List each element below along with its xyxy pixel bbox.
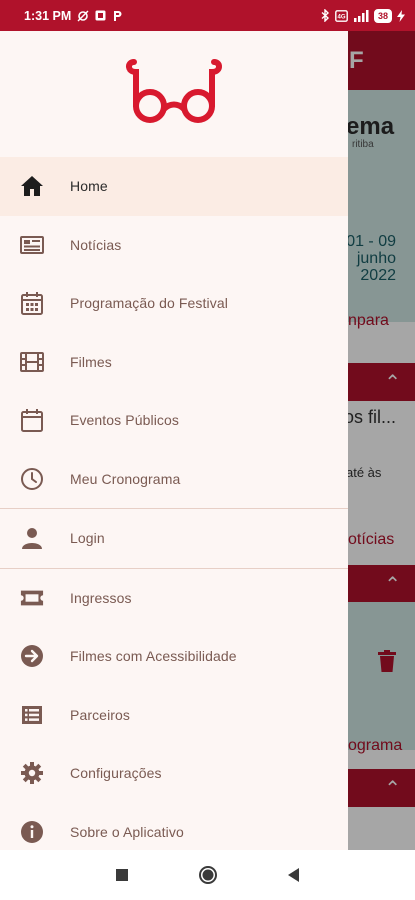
drawer-item-filmes[interactable]: Filmes (0, 333, 348, 392)
drawer-item-sobre[interactable]: Sobre o Aplicativo (0, 803, 348, 851)
drawer-item-parceiros[interactable]: Parceiros (0, 686, 348, 745)
drawer-item-acessibilidade[interactable]: Filmes com Acessibilidade (0, 627, 348, 686)
notification-box-icon (95, 10, 106, 21)
list-icon (20, 703, 44, 727)
navigation-drawer: bd Home Notícias Programação do Festival (0, 31, 348, 850)
app-logo: bd (126, 59, 222, 123)
drawer-item-noticias[interactable]: Notícias (0, 216, 348, 275)
drawer-item-label: Configurações (70, 765, 162, 782)
ticket-icon (20, 586, 44, 610)
recents-button[interactable] (110, 863, 134, 887)
drawer-item-cronograma[interactable]: Meu Cronograma (0, 450, 348, 509)
info-icon (20, 820, 44, 844)
home-button[interactable] (196, 863, 220, 887)
drawer-item-login[interactable]: Login (0, 509, 348, 568)
drawer-item-configuracoes[interactable]: Configurações (0, 744, 348, 803)
newspaper-icon (20, 233, 44, 257)
drawer-item-label: Filmes com Acessibilidade (70, 648, 237, 665)
drawer-header: bd (0, 31, 348, 157)
drawer-item-label: Home (70, 178, 108, 195)
settings-notification-icon (77, 10, 89, 22)
charging-icon (397, 9, 405, 22)
drawer-item-label: Notícias (70, 236, 122, 253)
drawer-scrim[interactable] (348, 31, 415, 850)
calendar-icon (20, 408, 44, 433)
film-icon (20, 350, 44, 374)
drawer-item-programacao[interactable]: Programação do Festival (0, 274, 348, 333)
drawer-item-label: Sobre o Aplicativo (70, 823, 184, 840)
drawer-item-home[interactable]: Home (0, 157, 348, 216)
drawer-item-ingressos[interactable]: Ingressos (0, 569, 348, 628)
status-bar: 1:31 PM 4G 38 (0, 0, 415, 31)
drawer-item-label: Parceiros (70, 706, 131, 723)
person-icon (20, 526, 44, 550)
signal-icon (353, 9, 369, 22)
calendar-grid-icon (20, 291, 44, 316)
back-button[interactable] (281, 863, 305, 887)
status-time: 1:31 PM (24, 8, 72, 23)
drawer-item-label: Programação do Festival (70, 295, 228, 312)
battery-level: 38 (373, 8, 392, 23)
home-icon (20, 174, 44, 198)
drawer-item-label: Ingressos (70, 589, 132, 606)
p-notification-icon (112, 10, 123, 22)
arrow-right-circle-icon (20, 644, 44, 668)
drawer-item-eventos[interactable]: Eventos Públicos (0, 391, 348, 450)
bluetooth-icon (321, 9, 330, 22)
drawer-item-label: Login (70, 530, 105, 547)
nfc-icon: 4G (335, 9, 348, 22)
drawer-item-label: Filmes (70, 353, 112, 370)
system-navigation-bar (0, 850, 415, 900)
drawer-item-label: Eventos Públicos (70, 412, 179, 429)
drawer-item-label: Meu Cronograma (70, 470, 181, 487)
clock-icon (20, 467, 44, 491)
gear-icon (20, 761, 44, 785)
svg-text:4G: 4G (337, 14, 345, 20)
